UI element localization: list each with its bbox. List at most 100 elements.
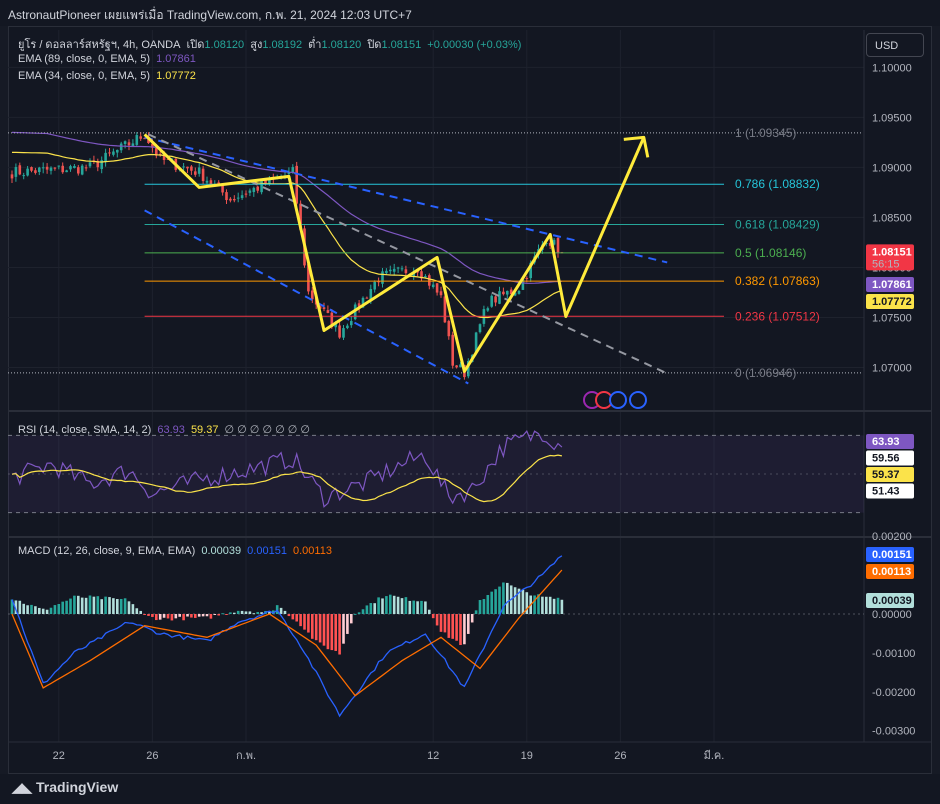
macd-signal-value: 0.00113 <box>293 545 332 557</box>
price-tick-label: 1.07500 <box>872 312 912 324</box>
macd-histogram-bar <box>361 609 365 614</box>
macd-histogram-bar <box>205 614 209 617</box>
macd-histogram-bar <box>26 605 29 614</box>
macd-histogram-bar <box>57 603 61 614</box>
ema89-value: 1.07861 <box>156 53 196 65</box>
macd-tick-label: 0.00200 <box>872 531 912 543</box>
macd-histogram-bar <box>18 600 22 614</box>
macd-histogram-bar <box>190 614 193 618</box>
candle-body <box>22 175 25 177</box>
macd-histogram-bar <box>486 594 490 614</box>
macd-histogram-bar <box>560 599 564 614</box>
candle-body <box>53 167 57 169</box>
macd-histogram-bar <box>474 610 478 614</box>
macd-histogram-bar <box>170 614 174 621</box>
candle-body <box>389 269 392 272</box>
macd-histogram-bar <box>404 597 408 614</box>
macd-histogram-bar <box>135 608 139 614</box>
macd-histogram-bar <box>369 603 373 614</box>
footer-bar <box>0 774 940 804</box>
macd-histogram-bar <box>299 614 302 627</box>
ema34-legend[interactable]: EMA (34, close, 0, EMA, 5) 1.07772 <box>18 70 199 82</box>
macd-histogram-bar <box>45 609 49 614</box>
fib-level-label: 0.5 (1.08146) <box>735 246 806 260</box>
candle-body <box>506 290 509 295</box>
macd-histogram-bar <box>108 597 111 614</box>
ema89-legend[interactable]: EMA (89, close, 0, EMA, 5) 1.07861 <box>18 53 199 65</box>
candle-body <box>14 167 18 177</box>
candle-body <box>392 268 396 272</box>
rsi-tag-value: 59.56 <box>872 453 900 465</box>
fib-level-label: 0.382 (1.07863) <box>735 274 820 288</box>
chart-canvas[interactable]: 1.100001.095001.090001.085001.080001.075… <box>0 0 940 804</box>
macd-histogram-bar <box>498 586 501 614</box>
candle-body <box>326 310 330 313</box>
time-tick-label: 26 <box>146 750 158 762</box>
rsi-tag-value: 51.43 <box>872 486 900 498</box>
macd-histogram-bar <box>482 599 486 614</box>
macd-histogram-bar <box>240 610 244 614</box>
macd-histogram-bar <box>233 612 236 614</box>
macd-histogram-bar <box>53 605 57 614</box>
fib-level-label: 0.236 (1.07512) <box>735 309 820 323</box>
macd-histogram-bar <box>123 598 127 614</box>
macd-histogram-bar <box>197 614 201 617</box>
macd-histogram-bar <box>186 614 189 617</box>
macd-histogram-bar <box>365 605 369 614</box>
candle-body <box>65 170 68 173</box>
low-value: 1.08120 <box>321 39 362 51</box>
rsi-legend[interactable]: RSI (14, close, SMA, 14, 2) 63.93 59.37 … <box>18 423 313 436</box>
macd-tick-label: -0.00100 <box>872 648 915 660</box>
candle-body <box>77 167 80 174</box>
candle-body <box>112 151 115 155</box>
macd-histogram-bar <box>201 614 205 617</box>
macd-histogram-bar <box>73 595 76 614</box>
macd-histogram-bar <box>467 614 470 634</box>
trend-gray-line <box>148 133 668 375</box>
candle-body <box>127 142 131 146</box>
macd-line-value: 0.00151 <box>247 545 287 557</box>
candle-body <box>190 166 193 171</box>
price-tag-countdown: 56:15 <box>872 258 900 270</box>
macd-histogram-bar <box>295 614 298 622</box>
candle-body <box>478 324 482 333</box>
candle-body <box>38 167 41 173</box>
open-value: 1.08120 <box>204 39 245 51</box>
candle-body <box>346 325 349 329</box>
macd-histogram-bar <box>470 614 474 623</box>
low-label: ต่ำ <box>308 39 322 51</box>
candle-body <box>194 171 197 175</box>
macd-legend[interactable]: MACD (12, 26, close, 9, EMA, EMA) 0.0003… <box>18 545 335 557</box>
macd-histogram-bar <box>209 614 213 619</box>
currency-button[interactable]: USD <box>866 33 924 57</box>
candle-body <box>41 167 45 169</box>
macd-histogram-bar <box>229 612 232 614</box>
time-tick-label: มี.ค. <box>704 749 725 762</box>
macd-histogram-bar <box>174 614 178 619</box>
macd-histogram-bar <box>213 614 217 615</box>
candle-body <box>201 168 205 182</box>
macd-histogram-bar <box>92 596 96 614</box>
candle-body <box>400 268 404 270</box>
macd-histogram-bar <box>256 611 259 614</box>
macd-histogram-bar <box>166 614 170 619</box>
macd-histogram-bar <box>252 613 256 615</box>
macd-histogram-bar <box>463 614 466 645</box>
macd-histogram-bar <box>147 614 150 616</box>
macd-histogram-bar <box>494 589 497 614</box>
macd-histogram-bar <box>69 598 72 614</box>
macd-histogram-bar <box>447 614 451 638</box>
macd-histogram-bar <box>396 596 400 614</box>
time-tick-label: 26 <box>614 750 626 762</box>
ema34-value: 1.07772 <box>156 70 196 82</box>
symbol-title[interactable]: ยูโร / ดอลลาร์สหรัฐฯ, 4h, OANDA <box>18 39 180 51</box>
price-tag-value: 1.08151 <box>872 246 912 258</box>
macd-histogram-bar <box>459 614 462 646</box>
candle-body <box>84 167 88 169</box>
macd-histogram-bar <box>151 614 154 617</box>
candle-body <box>424 276 427 278</box>
macd-histogram-bar <box>490 591 493 614</box>
tradingview-logo[interactable]: ◢◣ TradingView <box>12 779 118 796</box>
candle-body <box>135 135 139 145</box>
candle-body <box>186 166 189 169</box>
